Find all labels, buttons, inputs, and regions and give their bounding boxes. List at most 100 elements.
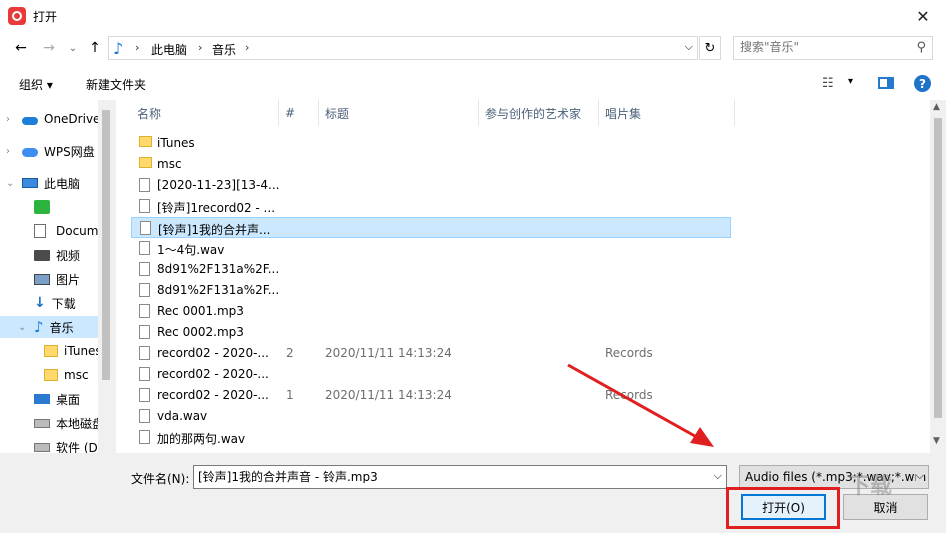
view-icon[interactable]: ☷ (822, 76, 834, 91)
sidebar-item-software-disk[interactable]: 软件 (D: (34, 436, 102, 453)
up-arrow-icon[interactable]: ↑ (86, 39, 104, 57)
breadcrumb-this-pc[interactable]: 此电脑 (151, 41, 187, 58)
sidebar-scrollbar[interactable] (98, 100, 114, 453)
scrollbar-thumb[interactable] (102, 110, 110, 380)
file-icon (139, 304, 150, 318)
file-icon (139, 325, 150, 339)
collapse-icon[interactable]: ⌄ (18, 322, 26, 333)
filetype-dropdown-icon[interactable]: ⌵ (915, 469, 924, 483)
file-name: vda.wav (157, 409, 208, 423)
navigation-pane: › OneDrive › WPS网盘 ⌄ 此电脑 Docume 视频 图片 ↓ … (0, 100, 114, 453)
title-bar: 打开 ✕ (0, 0, 946, 32)
highlight-box (726, 487, 840, 529)
organize-button[interactable]: 组织 ▾ (19, 76, 53, 93)
sidebar-item-music[interactable]: ♪ 音乐 (0, 316, 98, 338)
file-row[interactable]: 加的那两句.wav (131, 427, 731, 448)
track-title: 2020/11/11 14:13:24 (325, 346, 452, 360)
collapse-icon[interactable]: ⌄ (6, 178, 14, 189)
album-name: Records (605, 346, 653, 360)
file-icon (139, 409, 150, 423)
file-row[interactable]: [铃声]1record02 - ... (131, 196, 731, 217)
scroll-down-icon[interactable]: ▼ (933, 436, 940, 446)
file-row[interactable]: Rec 0001.mp3 (131, 301, 731, 322)
file-name: [铃声]1我的合并声... (158, 223, 271, 237)
file-row[interactable]: 8d91%2F131a%2F... (131, 259, 731, 280)
video-icon (34, 249, 50, 261)
file-row[interactable]: [铃声]1我的合并声... (131, 217, 731, 238)
file-row[interactable]: 8d91%2F131a%2F... (131, 280, 731, 301)
folder-icon (139, 136, 152, 147)
column-header-number[interactable]: # (279, 100, 319, 126)
file-row[interactable]: record02 - 2020-... 1 2020/11/11 14:13:24 R… (131, 385, 731, 406)
column-header-name[interactable]: ^ 名称 (131, 100, 279, 126)
file-row[interactable]: 1～4句.wav (131, 238, 731, 259)
breadcrumb-music[interactable]: 音乐 (212, 41, 236, 58)
app-icon (8, 7, 26, 25)
filename-combobox[interactable]: ⌵ (193, 465, 727, 489)
filetype-select[interactable]: Audio files (*.mp3;*.wav;*.wm ⌵ (739, 465, 929, 489)
address-bar[interactable]: ♪ › 此电脑 › 音乐 › ⌵ (108, 36, 698, 60)
sidebar-item-videos[interactable]: 视频 (34, 244, 80, 266)
filename-input[interactable] (198, 469, 698, 483)
view-dropdown-icon[interactable]: ▾ (848, 76, 853, 87)
breadcrumb-separator[interactable]: › (198, 41, 202, 54)
new-folder-button[interactable]: 新建文件夹 (86, 76, 146, 93)
music-icon: ♪ (113, 39, 124, 58)
filename-dropdown-icon[interactable]: ⌵ (714, 469, 722, 483)
folder-icon (44, 369, 58, 381)
preview-pane-icon[interactable] (878, 77, 894, 89)
file-row[interactable]: Rec 0002.mp3 (131, 322, 731, 343)
expand-icon[interactable]: › (6, 146, 10, 157)
expand-icon[interactable]: › (6, 114, 10, 125)
sidebar-item-msc[interactable]: msc (44, 364, 89, 386)
album-name: Records (605, 388, 653, 402)
file-list: ^ 名称 # 标题 参与创作的艺术家 唱片集 iTunes msc [2020-11… (116, 100, 930, 453)
column-header-title[interactable]: 标题 (319, 100, 479, 126)
file-row[interactable]: vda.wav (131, 406, 731, 427)
column-header-artists[interactable]: 参与创作的艺术家 (479, 100, 599, 126)
window-title: 打开 (33, 10, 58, 24)
toolbar: 组织 ▾ 新建文件夹 ☷ ▾ ? (0, 64, 946, 100)
sidebar-item-onedrive[interactable]: OneDrive (22, 108, 100, 130)
help-icon[interactable]: ? (914, 75, 931, 92)
file-row[interactable]: record02 - 2020-... 2 2020/11/11 14:13:24 R… (131, 343, 731, 364)
sidebar-item-itunes[interactable]: iTunes (44, 340, 102, 362)
sidebar-item-wps[interactable]: WPS网盘 (22, 140, 95, 162)
search-icon[interactable]: ⚲ (916, 40, 926, 55)
sidebar-item-desktop[interactable]: 桌面 (34, 388, 80, 410)
recent-locations-icon[interactable]: ⌄ (64, 39, 82, 57)
column-header-album[interactable]: 唱片集 (599, 100, 735, 126)
refresh-button[interactable]: ↻ (699, 36, 721, 60)
download-icon: ↓ (34, 295, 46, 311)
file-name: [2020-11-23][13-4... (157, 178, 280, 192)
folder-icon (139, 157, 152, 168)
sidebar-item-downloads[interactable]: ↓ 下载 (34, 292, 76, 314)
document-icon (34, 224, 46, 238)
address-dropdown-icon[interactable]: ⌵ (685, 40, 693, 54)
sidebar-item-documents[interactable]: Docume (34, 220, 106, 242)
file-row[interactable]: record02 - 2020-... (131, 364, 731, 385)
sidebar-item-local-disk[interactable]: 本地磁盘 (34, 412, 104, 434)
scrollbar-thumb[interactable] (934, 118, 942, 418)
file-icon (139, 199, 150, 213)
file-list-scrollbar[interactable]: ▲ ▼ (930, 100, 946, 453)
forward-arrow-icon[interactable]: → (40, 39, 58, 57)
file-row[interactable]: [2020-11-23][13-4... (131, 175, 731, 196)
disk-icon (34, 442, 50, 452)
file-icon (139, 262, 150, 276)
breadcrumb-separator[interactable]: › (135, 41, 139, 54)
file-row[interactable]: msc (131, 154, 731, 175)
breadcrumb-separator[interactable]: › (245, 41, 249, 54)
sort-ascending-icon: ^ (215, 100, 223, 106)
filename-label: 文件名(N): (131, 472, 190, 486)
close-button[interactable]: ✕ (900, 0, 946, 32)
search-box[interactable]: ⚲ (733, 36, 933, 60)
sidebar-item-app[interactable] (34, 196, 56, 218)
sidebar-item-pictures[interactable]: 图片 (34, 268, 80, 290)
search-input[interactable] (740, 40, 900, 54)
scroll-up-icon[interactable]: ▲ (933, 102, 940, 112)
sidebar-item-this-pc[interactable]: 此电脑 (22, 172, 80, 194)
back-arrow-icon[interactable]: ← (12, 39, 30, 57)
file-icon (139, 241, 150, 255)
file-row[interactable]: iTunes (131, 133, 731, 154)
